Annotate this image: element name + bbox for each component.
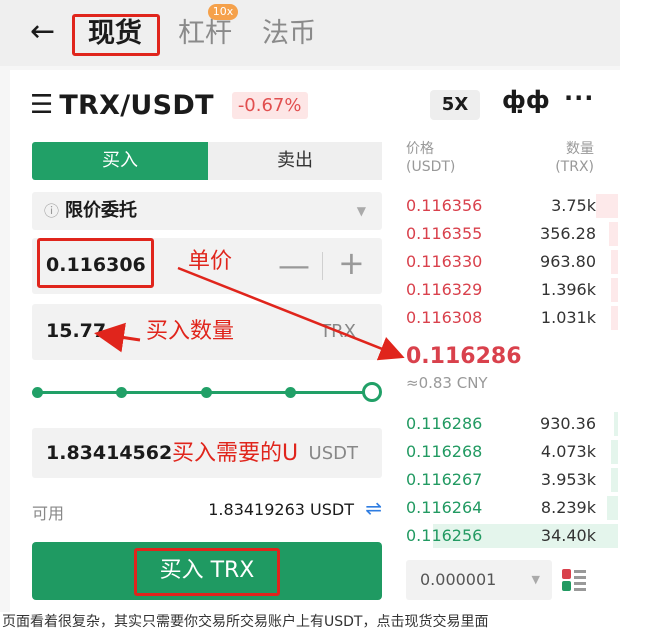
total-value[interactable]: 1.83414562 [46, 442, 172, 464]
bid-qty: 3.953k [540, 470, 596, 489]
leverage-button[interactable]: 5X [430, 90, 480, 120]
ask-depth-bar [609, 222, 618, 246]
qty-header-unit: (TRX) [555, 159, 594, 175]
ask-row[interactable]: 0.116329 1.396k [400, 276, 618, 304]
spot-tab-highlight-box [72, 14, 160, 56]
stepper-divider [322, 252, 323, 280]
caption-text: 页面看着很复杂，其实只需要你交易所交易账户上有USDT，点击现货交易里面 [2, 614, 489, 630]
price-header-label: 价格 [406, 141, 434, 157]
qty-header-label: 数量 [566, 141, 594, 157]
available-label: 可用 [32, 504, 65, 523]
ask-price: 0.116356 [406, 196, 483, 215]
bid-price: 0.116286 [406, 414, 483, 433]
tab-fiat[interactable]: 法币 [262, 17, 316, 51]
dropdown-caret-icon: ▼ [531, 573, 540, 586]
tab-sell[interactable]: 卖出 [208, 142, 382, 180]
ask-row[interactable]: 0.116330 963.80 [400, 248, 618, 276]
ask-price: 0.116355 [406, 224, 483, 243]
ask-qty: 1.031k [540, 308, 596, 327]
bid-qty: 8.239k [540, 498, 596, 517]
bid-price: 0.116256 [406, 526, 483, 545]
transfer-icon[interactable]: ⇌ [365, 496, 382, 520]
buy-sell-tabs: 买入 卖出 [32, 142, 382, 180]
price-increase-button[interactable]: + [338, 244, 365, 282]
quantity-unit: TRX [320, 321, 356, 342]
price-change-badge: -0.67% [231, 91, 308, 119]
bid-row[interactable]: 0.116264 8.239k [400, 494, 618, 522]
order-type-select[interactable]: ⓘ 限价委托 ▼ [32, 192, 382, 230]
amount-slider[interactable] [32, 380, 382, 404]
bid-depth-bar [611, 468, 618, 492]
annotation-price: 单价 [188, 249, 233, 274]
tab-margin[interactable]: 杠杆 [178, 17, 232, 51]
bid-qty: 930.36 [540, 414, 596, 433]
ask-qty: 1.396k [540, 280, 596, 299]
bid-row[interactable]: 0.116256 34.40k [400, 522, 618, 550]
price-highlight-box [37, 238, 154, 288]
pair-header[interactable]: ☰ TRX/USDT -0.67% [30, 88, 308, 122]
order-type-label: 限价委托 [65, 200, 138, 221]
dropdown-caret-icon: ▼ [356, 204, 366, 218]
available-value: 1.83419263 USDT [208, 500, 354, 519]
orderbook-qty-header: 数量 (TRX) [500, 140, 594, 176]
slider-step-75[interactable] [285, 387, 296, 398]
precision-value: 0.000001 [420, 570, 497, 589]
slider-step-25[interactable] [116, 387, 127, 398]
slider-step-0[interactable] [32, 387, 43, 398]
bid-price: 0.116268 [406, 442, 483, 461]
orderbook-price-header: 价格 (USDT) [406, 140, 455, 176]
ask-price: 0.116329 [406, 280, 483, 299]
bid-row[interactable]: 0.116268 4.073k [400, 438, 618, 466]
precision-select[interactable]: 0.000001 ▼ [406, 560, 552, 600]
info-icon[interactable]: ⓘ [44, 202, 59, 220]
bid-price: 0.116264 [406, 498, 483, 517]
ask-qty: 963.80 [540, 252, 596, 271]
ask-row[interactable]: 0.116308 1.031k [400, 304, 618, 332]
pair-name: TRX/USDT [59, 89, 214, 121]
bid-price: 0.116267 [406, 470, 483, 489]
ask-price: 0.116330 [406, 252, 483, 271]
bid-row[interactable]: 0.116267 3.953k [400, 466, 618, 494]
annotation-quantity: 买入数量 [146, 319, 235, 344]
price-decrease-button[interactable]: — [278, 246, 310, 284]
slider-step-50[interactable] [201, 387, 212, 398]
candlestick-chart-icon[interactable]: ф̣ф [502, 86, 550, 114]
slider-handle[interactable] [362, 382, 382, 402]
bid-qty: 4.073k [540, 442, 596, 461]
bid-qty: 34.40k [540, 526, 596, 545]
annotation-total: 买入需要的U [172, 441, 299, 466]
total-unit: USDT [308, 443, 358, 464]
bid-depth-bar [607, 496, 618, 520]
more-icon[interactable]: ··· [564, 84, 594, 112]
bid-depth-bar [611, 440, 618, 464]
menu-list-icon[interactable]: ☰ [30, 90, 53, 120]
ask-depth-bar [611, 250, 618, 274]
quantity-value[interactable]: 15.77 [46, 320, 106, 342]
buy-button-highlight-box [134, 548, 280, 596]
ask-depth-bar [611, 278, 618, 302]
bid-depth-bar [614, 412, 618, 436]
ask-price: 0.116308 [406, 308, 483, 327]
ask-qty: 356.28 [540, 224, 596, 243]
available-balance: 可用 1.83419263 USDT ⇌ [32, 496, 384, 524]
ask-row[interactable]: 0.116355 356.28 [400, 220, 618, 248]
leverage-badge: 10x [208, 4, 238, 20]
bid-row[interactable]: 0.116286 930.36 [400, 410, 618, 438]
tab-buy[interactable]: 买入 [32, 142, 208, 180]
price-header-unit: (USDT) [406, 159, 456, 175]
ask-row[interactable]: 0.116356 3.75k [400, 192, 618, 220]
orderbook-layout-icon[interactable] [560, 566, 588, 594]
back-arrow-icon[interactable]: ← [30, 14, 55, 50]
ask-depth-bar [596, 194, 618, 218]
last-price: 0.116286 [406, 344, 522, 369]
ask-depth-bar [611, 306, 618, 330]
last-price-cny: ≈0.83 CNY [406, 374, 488, 392]
ask-qty: 3.75k [551, 196, 596, 215]
